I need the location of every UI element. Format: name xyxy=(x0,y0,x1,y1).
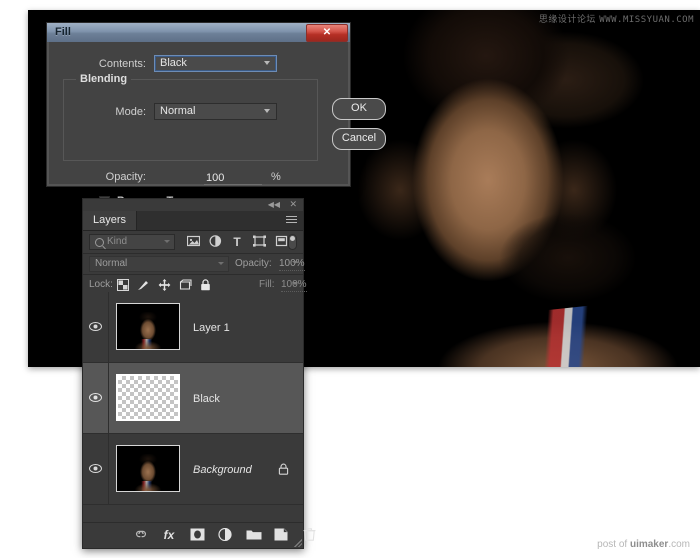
panel-resize-handle[interactable] xyxy=(294,539,302,547)
photo-jersey-region xyxy=(524,299,652,367)
fill-dialog-body: Contents: Black Blending Mode: Normal Op… xyxy=(47,42,386,207)
layers-panel-footer: fx xyxy=(83,522,315,548)
panel-tab-strip: Layers xyxy=(83,211,303,231)
layer-list: Layer 1 Black Background xyxy=(83,292,303,523)
table-row[interactable]: Layer 1 xyxy=(83,292,303,363)
chevron-down-icon xyxy=(264,60,271,67)
layer-fill-value[interactable]: 100% xyxy=(281,279,307,292)
photo-watermark: 思缘设计论坛 WWW.MISSYUAN.COM xyxy=(539,12,694,25)
lock-label: Lock: xyxy=(89,279,113,290)
layer-filter-row: Kind T xyxy=(83,231,303,254)
layer-visibility-cell[interactable] xyxy=(83,434,109,504)
layer-thumbnail[interactable] xyxy=(116,445,180,492)
layer-thumbnail[interactable] xyxy=(116,374,180,421)
add-layer-mask-icon[interactable] xyxy=(189,528,205,543)
layer-thumbnail[interactable] xyxy=(116,303,180,350)
eye-icon[interactable] xyxy=(89,464,102,473)
layer-visibility-cell[interactable] xyxy=(83,363,109,433)
lock-image-pixels-icon[interactable] xyxy=(137,279,150,291)
close-icon[interactable]: ✕ xyxy=(289,199,297,210)
chevron-down-icon[interactable] xyxy=(292,261,298,264)
lock-position-icon[interactable] xyxy=(158,279,171,291)
layer-name[interactable]: Background xyxy=(193,464,252,476)
close-icon[interactable]: ✕ xyxy=(306,24,348,42)
new-layer-icon[interactable] xyxy=(273,528,289,543)
opacity-unit: % xyxy=(271,171,281,183)
panel-menu-icon[interactable] xyxy=(286,216,297,225)
new-adjustment-layer-icon[interactable] xyxy=(217,527,233,543)
blend-mode-select[interactable]: Normal xyxy=(154,103,277,120)
layer-blend-mode-value: Normal xyxy=(95,258,128,269)
filter-smart-object-icon[interactable] xyxy=(274,235,288,249)
fill-dialog: Fill ✕ Contents: Black Blending Mode: No… xyxy=(46,22,386,207)
footer-icon-strip: fx xyxy=(83,526,315,545)
link-layers-icon[interactable] xyxy=(133,528,149,543)
thumbnail-photo xyxy=(117,304,179,349)
contents-row: Contents: Black xyxy=(63,55,318,72)
eye-icon[interactable] xyxy=(89,393,102,402)
mode-label: Mode: xyxy=(115,105,146,118)
new-group-icon[interactable] xyxy=(245,528,263,543)
lock-transparent-pixels-icon[interactable] xyxy=(117,279,130,291)
layer-fill-label: Fill: xyxy=(259,279,275,290)
chevron-down-icon xyxy=(218,262,224,265)
table-row[interactable]: Black xyxy=(83,363,303,434)
thumbnail-photo xyxy=(117,446,179,491)
contents-label: Contents: xyxy=(98,57,146,70)
search-icon xyxy=(95,238,104,247)
delete-layer-icon[interactable] xyxy=(301,528,317,543)
filter-adjustment-icon[interactable] xyxy=(208,235,222,249)
credit-prefix: post of xyxy=(597,539,630,550)
filter-enable-toggle[interactable] xyxy=(288,234,297,250)
chevron-down-icon xyxy=(164,240,170,243)
tab-layers[interactable]: Layers xyxy=(83,211,138,230)
eye-icon[interactable] xyxy=(89,322,102,331)
site-credit: post of uimaker.com xyxy=(597,539,690,550)
watermark-chinese: 思缘设计论坛 xyxy=(538,15,596,25)
layers-panel: ◀◀ ✕ Layers Kind T Normal Opacity: 100% … xyxy=(82,198,315,549)
layer-name[interactable]: Black xyxy=(193,393,220,405)
filter-shape-icon[interactable] xyxy=(252,235,266,249)
chevron-down-icon xyxy=(264,108,271,115)
blending-legend: Blending xyxy=(76,73,132,85)
opacity-label: Opacity: xyxy=(105,171,146,183)
layer-name[interactable]: Layer 1 xyxy=(193,322,230,334)
contents-select[interactable]: Black xyxy=(154,55,277,72)
thumbnail-transparent xyxy=(118,376,178,419)
layer-opacity-label: Opacity: xyxy=(235,258,272,269)
layer-blend-mode-select[interactable]: Normal xyxy=(89,256,229,272)
lock-icon xyxy=(278,463,289,475)
blend-mode-value: Normal xyxy=(160,105,196,117)
mode-row: Mode: Normal xyxy=(63,103,318,120)
chevron-down-icon[interactable] xyxy=(292,282,298,285)
contents-select-value: Black xyxy=(160,57,187,69)
table-row[interactable]: Background xyxy=(83,434,303,505)
cancel-button[interactable]: Cancel xyxy=(332,128,386,150)
opacity-row: Opacity: xyxy=(63,171,193,183)
opacity-input[interactable] xyxy=(204,171,262,185)
collapse-panel-icon[interactable]: ◀◀ xyxy=(268,200,280,209)
lock-all-icon[interactable] xyxy=(200,279,213,291)
watermark-url: WWW.MISSYUAN.COM xyxy=(599,15,694,25)
credit-brand: uimaker xyxy=(629,539,669,550)
lock-artboard-icon[interactable] xyxy=(179,279,192,291)
credit-suffix: .com xyxy=(668,539,690,550)
layer-blend-row: Normal Opacity: 100% xyxy=(83,254,305,275)
fill-dialog-title: Fill xyxy=(55,26,71,38)
layer-visibility-cell[interactable] xyxy=(83,292,109,362)
blending-group: Blending xyxy=(63,73,318,161)
panel-topbar: ◀◀ ✕ xyxy=(83,199,303,211)
layer-style-fx-icon[interactable]: fx xyxy=(161,528,177,543)
layer-opacity-value[interactable]: 100% xyxy=(279,258,305,271)
filter-pixel-icon[interactable] xyxy=(186,235,200,249)
filter-kind-value: Kind xyxy=(107,236,128,247)
filter-type-icon[interactable]: T xyxy=(230,235,244,249)
ok-button[interactable]: OK xyxy=(332,98,386,120)
fill-dialog-titlebar[interactable]: Fill ✕ xyxy=(47,23,350,43)
